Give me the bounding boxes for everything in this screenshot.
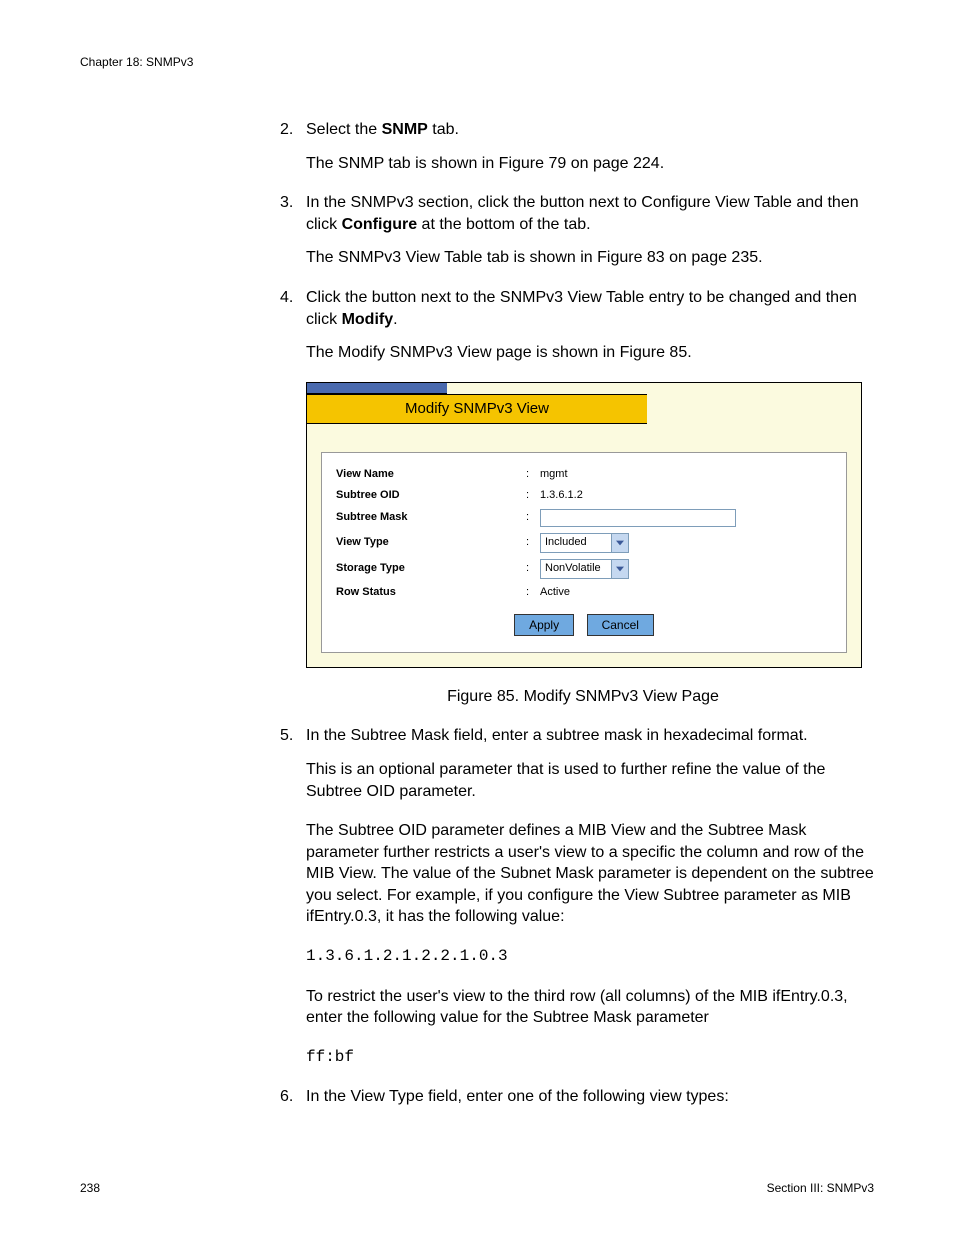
bold-text: SNMP [382, 121, 428, 138]
step-2: 2. Select the SNMP tab. [280, 119, 874, 141]
label: Storage Type [336, 561, 526, 576]
bold-text: Configure [342, 216, 418, 233]
code-mask: ff:bf [306, 1047, 874, 1069]
colon: : [526, 561, 540, 576]
step-number: 5. [280, 725, 306, 747]
figure-title-bar: Modify SNMPv3 View [307, 394, 647, 424]
step-number: 3. [280, 192, 306, 235]
step-number: 2. [280, 119, 306, 141]
paragraph: To restrict the user's view to the third… [306, 986, 874, 1029]
step-4: 4. Click the button next to the SNMPv3 V… [280, 287, 874, 330]
step-3: 3. In the SNMPv3 section, click the butt… [280, 192, 874, 235]
label: View Type [336, 535, 526, 550]
row-subtree-oid: Subtree OID : 1.3.6.1.2 [336, 488, 832, 503]
view-type-select[interactable]: Included [540, 533, 629, 553]
colon: : [526, 467, 540, 482]
chevron-down-icon [611, 534, 628, 552]
bold-text: Modify [342, 311, 394, 328]
step-text: In the View Type field, enter one of the… [306, 1086, 874, 1108]
cancel-button[interactable]: Cancel [587, 614, 654, 636]
blue-tab-strip [307, 383, 447, 394]
content-body: 2. Select the SNMP tab. The SNMP tab is … [280, 119, 874, 1108]
apply-button[interactable]: Apply [514, 614, 574, 636]
step-5: 5. In the Subtree Mask field, enter a su… [280, 725, 874, 747]
colon: : [526, 488, 540, 503]
step-text: In the Subtree Mask field, enter a subtr… [306, 725, 874, 747]
row-view-name: View Name : mgmt [336, 467, 832, 482]
form-panel: View Name : mgmt Subtree OID : 1.3.6.1.2… [321, 452, 847, 653]
paragraph: The SNMP tab is shown in Figure 79 on pa… [306, 153, 874, 175]
chevron-down-icon [611, 560, 628, 578]
section-label: Section III: SNMPv3 [767, 1181, 874, 1195]
chapter-header: Chapter 18: SNMPv3 [80, 55, 874, 69]
label: Subtree OID [336, 488, 526, 503]
code-oid: 1.3.6.1.2.1.2.2.1.0.3 [306, 946, 874, 968]
step-text: In the SNMPv3 section, click the button … [306, 192, 874, 235]
page-footer: 238 Section III: SNMPv3 [80, 1181, 874, 1195]
text: tab. [428, 121, 459, 138]
paragraph: The Subtree OID parameter defines a MIB … [306, 820, 874, 928]
figure-85: Modify SNMPv3 View View Name : mgmt Subt… [306, 382, 862, 668]
row-row-status: Row Status : Active [336, 585, 832, 600]
value: 1.3.6.1.2 [540, 488, 583, 503]
text: Select the [306, 121, 382, 138]
select-value: Included [541, 535, 611, 550]
step-number: 4. [280, 287, 306, 330]
select-value: NonVolatile [541, 561, 611, 576]
step-text: Click the button next to the SNMPv3 View… [306, 287, 874, 330]
row-storage-type: Storage Type : NonVolatile [336, 559, 832, 579]
label: Row Status [336, 585, 526, 600]
paragraph: This is an optional parameter that is us… [306, 759, 874, 802]
colon: : [526, 510, 540, 525]
button-row: Apply Cancel [336, 614, 832, 636]
step-number: 6. [280, 1086, 306, 1108]
paragraph: The Modify SNMPv3 View page is shown in … [306, 342, 874, 364]
value: Active [540, 585, 570, 600]
step-text: Select the SNMP tab. [306, 119, 874, 141]
storage-type-select[interactable]: NonVolatile [540, 559, 629, 579]
figure-caption: Figure 85. Modify SNMPv3 View Page [306, 686, 860, 708]
colon: : [526, 585, 540, 600]
label: View Name [336, 467, 526, 482]
paragraph: The SNMPv3 View Table tab is shown in Fi… [306, 247, 874, 269]
value: mgmt [540, 467, 568, 482]
row-view-type: View Type : Included [336, 533, 832, 553]
text: . [393, 311, 397, 328]
page: Chapter 18: SNMPv3 2. Select the SNMP ta… [0, 0, 954, 1235]
subtree-mask-input[interactable] [540, 509, 736, 527]
page-number: 238 [80, 1181, 100, 1195]
label: Subtree Mask [336, 510, 526, 525]
text: at the bottom of the tab. [417, 216, 590, 233]
row-subtree-mask: Subtree Mask : [336, 509, 832, 527]
colon: : [526, 535, 540, 550]
step-6: 6. In the View Type field, enter one of … [280, 1086, 874, 1108]
